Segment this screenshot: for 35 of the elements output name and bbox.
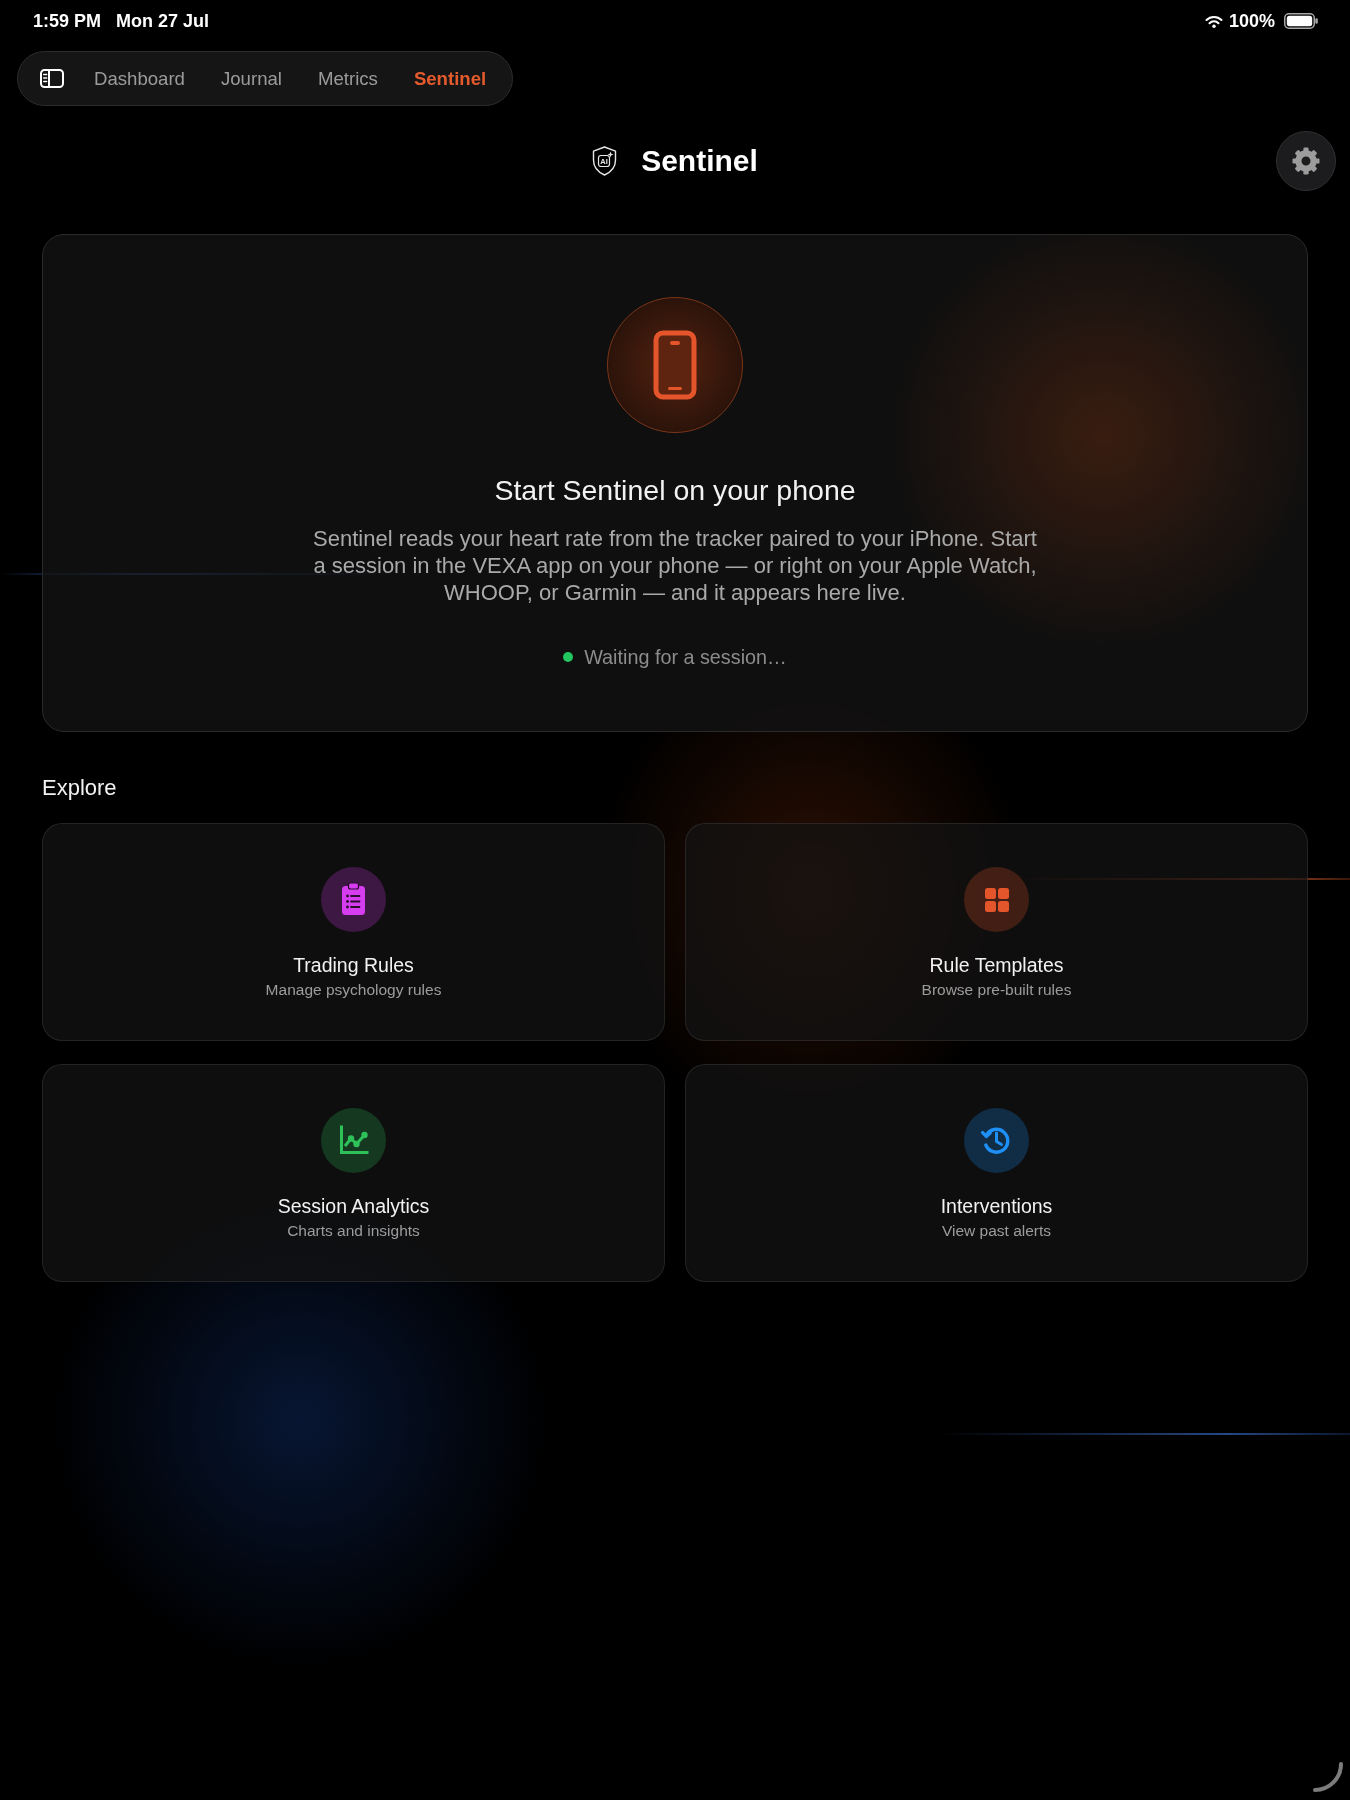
explore-card[interactable]: Session Analytics Charts and insights [42, 1064, 665, 1282]
battery-icon [1284, 13, 1318, 29]
status-date: Mon 27 Jul [116, 10, 210, 32]
battery-percentage: 100% [1228, 10, 1275, 32]
card-subtitle: Browse pre-built rules [921, 980, 1072, 1000]
sidebar-icon[interactable] [40, 69, 64, 88]
card-title: Trading Rules [293, 953, 414, 977]
card-title: Interventions [940, 1194, 1053, 1218]
wifi-icon [1204, 14, 1223, 28]
tab[interactable]: Journal [202, 52, 300, 105]
phone-icon [607, 297, 743, 433]
hero-description: Sentinel reads your heart rate from the tracker paired to your iPhone. Start a session in the VEXA app on your phone — or right on your Apple Watch, WHOOP, or Garmin — and it appears here live. [312, 525, 1038, 606]
explore-card[interactable]: Rule Templates Browse pre-built rules [685, 823, 1308, 1041]
explore-card[interactable]: Interventions View past alerts [685, 1064, 1308, 1282]
status-time: 1:59 PM [33, 10, 102, 32]
card-subtitle: View past alerts [941, 1221, 1052, 1241]
card-subtitle: Charts and insights [287, 1221, 420, 1241]
tab[interactable]: Dashboard [76, 52, 203, 105]
history-icon [964, 1108, 1029, 1173]
tab[interactable]: Metrics [299, 52, 396, 105]
explore-card[interactable]: Trading Rules Manage psychology rules [42, 823, 665, 1041]
card-subtitle: Manage psychology rules [265, 980, 442, 1000]
card-title: Session Analytics [277, 1194, 430, 1218]
clipboard-icon [321, 867, 386, 932]
tab[interactable]: Sentinel [395, 52, 505, 105]
card-title: Rule Templates [929, 953, 1064, 977]
status-dot-icon [563, 652, 574, 662]
section-heading: Explore [42, 774, 118, 802]
grid-icon [964, 867, 1029, 932]
line-chart-icon [321, 1108, 386, 1173]
corner-arc-icon [1312, 1761, 1344, 1793]
status-text: Waiting for a session… [584, 645, 787, 669]
page-title: Sentinel [641, 143, 758, 179]
settings-icon [1291, 146, 1321, 176]
hero-title: Start Sentinel on your phone [494, 473, 856, 507]
